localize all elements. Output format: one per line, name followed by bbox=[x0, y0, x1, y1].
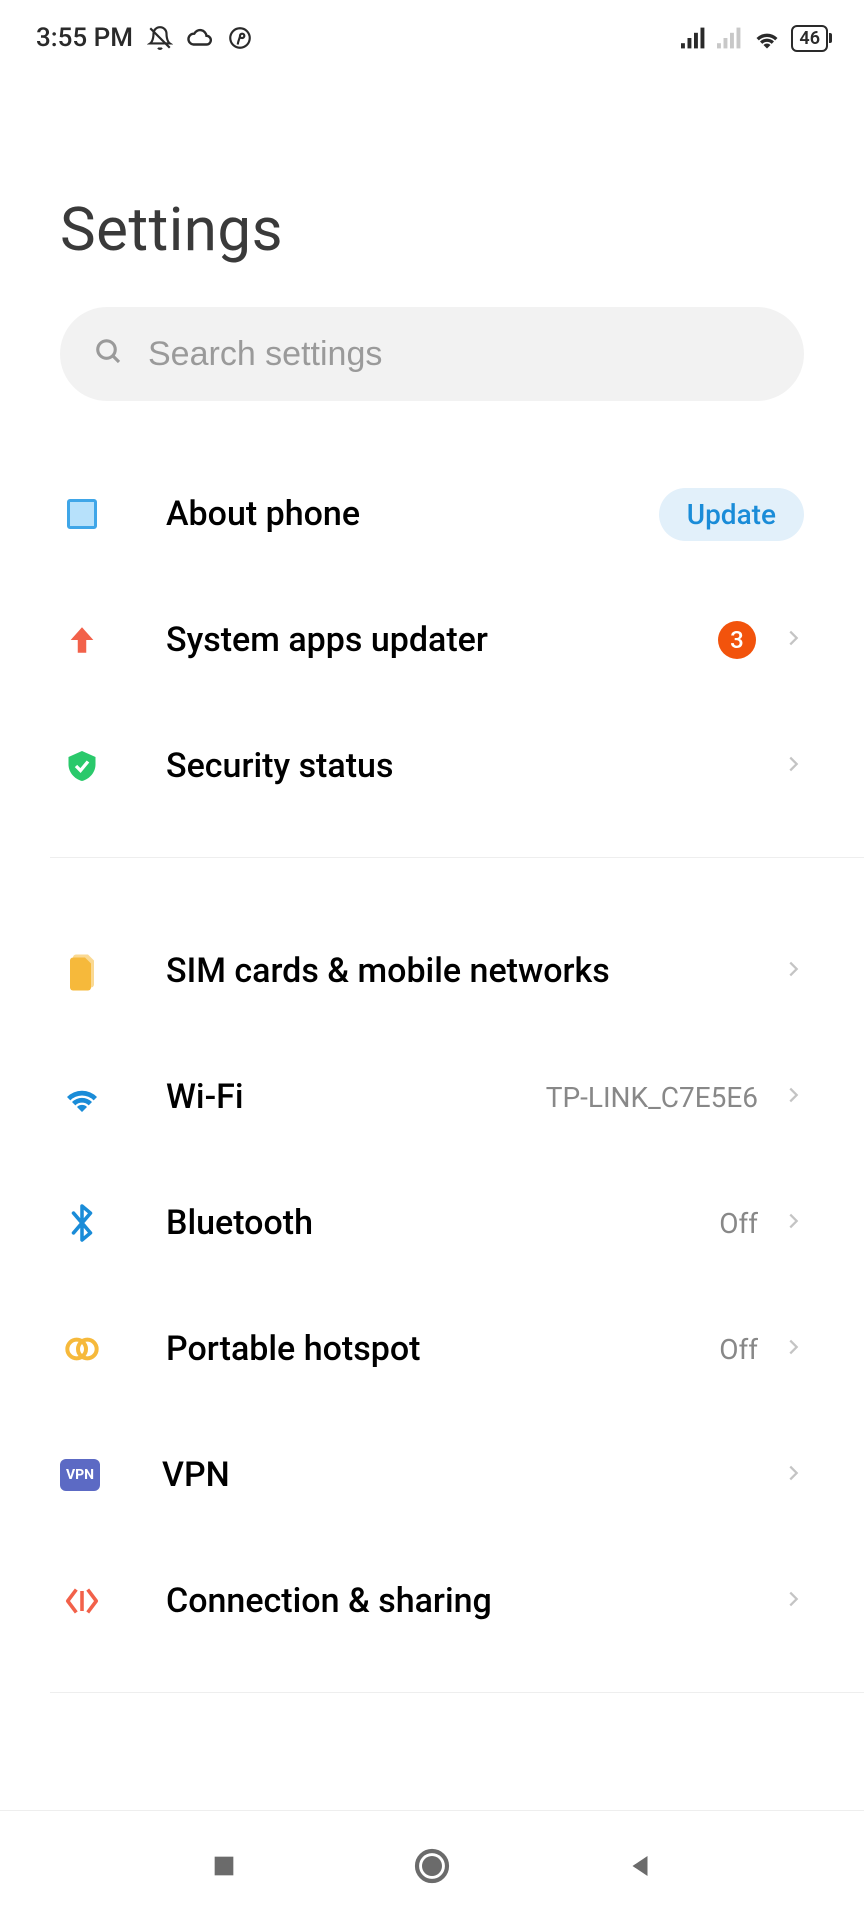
chevron-right-icon bbox=[782, 627, 804, 653]
settings-group-device: About phone Update System apps updater 3… bbox=[60, 451, 804, 858]
back-button[interactable] bbox=[616, 1842, 664, 1890]
page-title: Settings bbox=[60, 194, 804, 265]
group-divider bbox=[50, 857, 864, 858]
vpn-icon: VPN bbox=[60, 1459, 100, 1491]
search-icon bbox=[94, 337, 124, 371]
chevron-right-icon bbox=[782, 958, 804, 984]
row-value: Off bbox=[719, 1333, 758, 1366]
chevron-right-icon bbox=[782, 1084, 804, 1110]
chevron-right-icon bbox=[782, 1462, 804, 1488]
row-value: TP-LINK_C7E5E6 bbox=[546, 1081, 758, 1114]
row-about-phone[interactable]: About phone Update bbox=[60, 451, 804, 577]
row-connection-sharing[interactable]: Connection & sharing bbox=[60, 1538, 804, 1664]
chevron-right-icon bbox=[782, 1336, 804, 1362]
status-bar: 3:55 PM 46 bbox=[0, 0, 864, 64]
sim-card-icon bbox=[60, 949, 104, 993]
signal-2-icon bbox=[717, 27, 743, 49]
pinterest-icon bbox=[227, 25, 253, 51]
settings-content: Settings About phone Update System apps … bbox=[0, 194, 864, 1693]
signal-1-icon bbox=[681, 27, 707, 49]
status-bar-left: 3:55 PM bbox=[36, 23, 253, 53]
notification-badge: 3 bbox=[718, 621, 756, 659]
row-label: Connection & sharing bbox=[166, 1581, 776, 1621]
row-label: Security status bbox=[166, 746, 776, 786]
wifi-icon bbox=[60, 1075, 104, 1119]
row-label: Portable hotspot bbox=[166, 1329, 719, 1369]
row-sim-cards[interactable]: SIM cards & mobile networks bbox=[60, 908, 804, 1034]
vpn-icon-text: VPN bbox=[66, 1467, 94, 1483]
row-label: SIM cards & mobile networks bbox=[166, 951, 776, 991]
row-system-apps-updater[interactable]: System apps updater 3 bbox=[60, 577, 804, 703]
status-time: 3:55 PM bbox=[36, 23, 133, 53]
bluetooth-icon bbox=[60, 1201, 104, 1245]
row-wifi[interactable]: Wi-Fi TP-LINK_C7E5E6 bbox=[60, 1034, 804, 1160]
battery-icon: 46 bbox=[791, 25, 828, 52]
row-vpn[interactable]: VPN VPN bbox=[60, 1412, 804, 1538]
search-box[interactable] bbox=[60, 307, 804, 401]
row-portable-hotspot[interactable]: Portable hotspot Off bbox=[60, 1286, 804, 1412]
bell-off-icon bbox=[147, 25, 173, 51]
row-label: System apps updater bbox=[166, 620, 718, 660]
row-label: Wi-Fi bbox=[166, 1077, 546, 1117]
row-label: About phone bbox=[166, 494, 659, 534]
cloud-icon bbox=[187, 25, 213, 51]
chevron-right-icon bbox=[782, 1588, 804, 1614]
hotspot-icon bbox=[60, 1327, 104, 1371]
chevron-right-icon bbox=[782, 1210, 804, 1236]
group-divider bbox=[50, 1692, 864, 1693]
about-phone-icon bbox=[60, 492, 104, 536]
row-security-status[interactable]: Security status bbox=[60, 703, 804, 829]
row-value: Off bbox=[719, 1207, 758, 1240]
recent-apps-button[interactable] bbox=[200, 1842, 248, 1890]
update-badge[interactable]: Update bbox=[659, 488, 804, 541]
row-label: Bluetooth bbox=[166, 1203, 719, 1243]
arrow-up-icon bbox=[60, 618, 104, 662]
wifi-status-icon bbox=[753, 27, 781, 49]
status-bar-right: 46 bbox=[681, 25, 828, 52]
home-button[interactable] bbox=[408, 1842, 456, 1890]
chevron-right-icon bbox=[782, 753, 804, 779]
connection-sharing-icon bbox=[60, 1579, 104, 1623]
search-input[interactable] bbox=[148, 335, 770, 374]
navigation-bar bbox=[0, 1810, 864, 1920]
row-label: VPN bbox=[162, 1455, 776, 1495]
battery-level: 46 bbox=[799, 28, 820, 49]
row-bluetooth[interactable]: Bluetooth Off bbox=[60, 1160, 804, 1286]
settings-group-network: SIM cards & mobile networks Wi-Fi TP-LIN… bbox=[60, 908, 804, 1693]
shield-check-icon bbox=[60, 744, 104, 788]
